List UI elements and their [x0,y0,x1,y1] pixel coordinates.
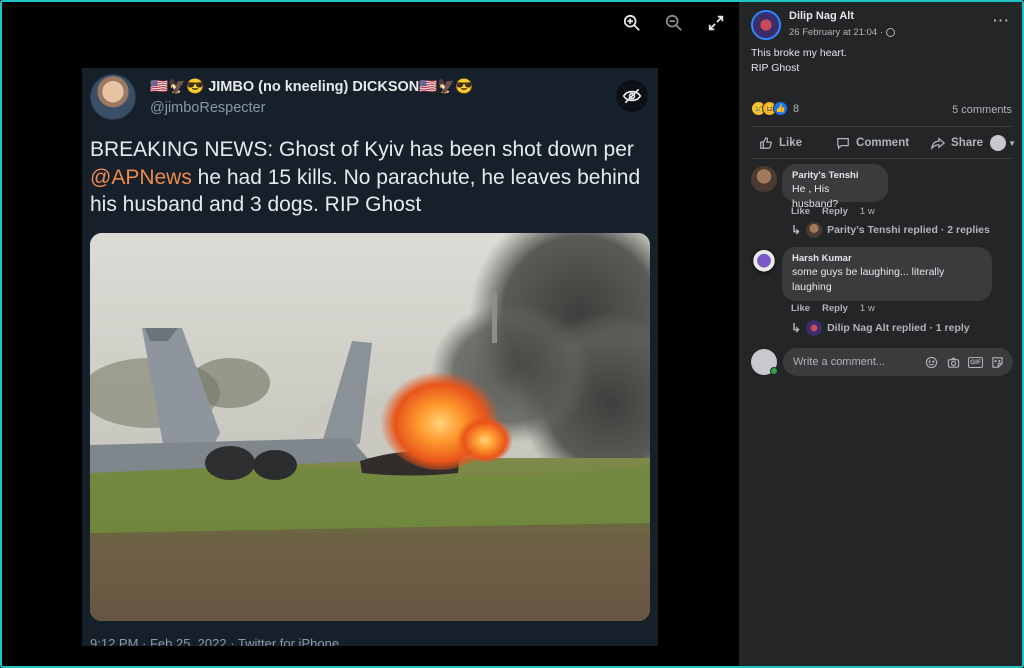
reaction-summary[interactable]: 😢 😆 👍 8 [751,101,799,116]
composer-icons: GIF [924,355,1005,370]
tweet-screenshot: 🇺🇸🦅😎 JIMBO (no kneeling) DICKSON🇺🇸🦅😎 @ji… [82,68,658,646]
share-button-label: Share [951,137,984,149]
camera-icon[interactable] [946,355,961,370]
comments-count[interactable]: 5 comments [952,104,1012,116]
comment-like-button[interactable]: Like [791,303,810,314]
reaction-count: 8 [793,102,800,115]
like-reaction-icon: 👍 [773,101,788,116]
view-replies-link[interactable]: ↳ Parity's Tenshi replied · 2 replies [791,222,990,238]
reply-arrow-icon: ↳ [791,223,802,237]
reply-arrow-icon: ↳ [791,321,802,335]
tweet-mention: @APNews [90,165,192,189]
post-timestamp[interactable]: 26 February at 21:04 · [789,27,883,38]
comment-age[interactable]: 1 w [860,206,875,217]
mini-avatar [990,135,1007,151]
comment-author[interactable]: Parity's Tenshi [792,170,878,181]
post-author-name[interactable]: Dilip Nag Alt [789,10,854,22]
emoji-icon[interactable] [924,355,939,370]
chevron-down-icon: ▼ [1008,138,1016,148]
replies-summary: Parity's Tenshi replied · 2 replies [827,224,990,236]
screenshot-frame: 🇺🇸🦅😎 JIMBO (no kneeling) DICKSON🇺🇸🦅😎 @ji… [0,0,1024,668]
globe-icon [886,28,895,37]
comment-avatar[interactable] [751,249,777,275]
post-panel: Dilip Nag Alt 26 February at 21:04 · ···… [739,2,1022,666]
share-icon [931,137,946,150]
post-actions: Like Comment Share ▼ [751,132,1016,154]
thumbs-up-icon [760,137,772,149]
jet-crash-photo [90,233,650,621]
gif-icon[interactable]: GIF [968,355,983,370]
divider [751,126,1012,127]
replies-summary: Dilip Nag Alt replied · 1 reply [827,322,970,334]
share-button[interactable]: Share [931,136,983,150]
like-button[interactable]: Like [759,136,802,150]
tweet-display-name: 🇺🇸🦅😎 JIMBO (no kneeling) DICKSON🇺🇸🦅😎 [150,79,474,95]
tweet-text-start: BREAKING NEWS: Ghost of Kyiv has been sh… [90,138,634,161]
post-author-avatar[interactable] [751,10,781,40]
comment-composer[interactable]: GIF [783,348,1013,376]
profile-switcher[interactable]: ▼ [990,135,1016,151]
view-replies-link[interactable]: ↳ Dilip Nag Alt replied · 1 reply [791,320,970,336]
fullscreen-icon[interactable] [705,12,727,34]
comment-actions: Like Reply 1 w [791,303,875,314]
online-status-dot [770,367,778,375]
comment-actions: Like Reply 1 w [791,206,875,217]
sticker-icon[interactable] [990,355,1005,370]
post-meta: 26 February at 21:04 · [789,27,895,38]
photo-viewer: 🇺🇸🦅😎 JIMBO (no kneeling) DICKSON🇺🇸🦅😎 @ji… [2,2,739,666]
tweet-handle: @jimboRespecter [150,100,266,116]
comment-bubble: Harsh Kumar some guys be laughing... lit… [782,247,992,301]
comment-age[interactable]: 1 w [860,303,875,314]
comment-avatar[interactable] [751,166,777,192]
divider [751,158,1012,159]
comment-like-button[interactable]: Like [791,206,810,217]
like-button-label: Like [779,137,803,149]
zoom-out-icon[interactable] [663,12,685,34]
comment-text: some guys be laughing... literally laugh… [792,266,945,293]
post-text-line1: This broke my heart. [751,47,847,59]
tweet-text: BREAKING NEWS: Ghost of Kyiv has been sh… [90,136,650,219]
comment-button[interactable]: Comment [836,136,909,150]
comment-author[interactable]: Harsh Kumar [792,253,982,264]
zoom-in-icon[interactable] [621,12,643,34]
tweet-photo [90,233,650,621]
comment-reply-button[interactable]: Reply [822,303,848,314]
comment-reply-button[interactable]: Reply [822,206,848,217]
reply-avatar [806,320,823,336]
tweet-avatar [90,74,136,120]
comment-button-label: Comment [856,137,910,149]
post-text-line2: RIP Ghost [751,62,800,74]
post-text: This broke my heart. RIP Ghost [751,46,847,76]
eye-slash-icon [616,80,648,112]
viewer-toolbar [621,12,727,34]
reply-avatar [806,222,823,238]
more-options-icon[interactable]: ··· [993,12,1010,28]
tweet-footer: 9:12 PM · Feb 25, 2022 · Twitter for iPh… [90,636,340,646]
comment-bubble: Parity's Tenshi He , His husband? [782,164,888,210]
comment-icon [837,138,849,150]
comment-input[interactable] [793,356,923,368]
